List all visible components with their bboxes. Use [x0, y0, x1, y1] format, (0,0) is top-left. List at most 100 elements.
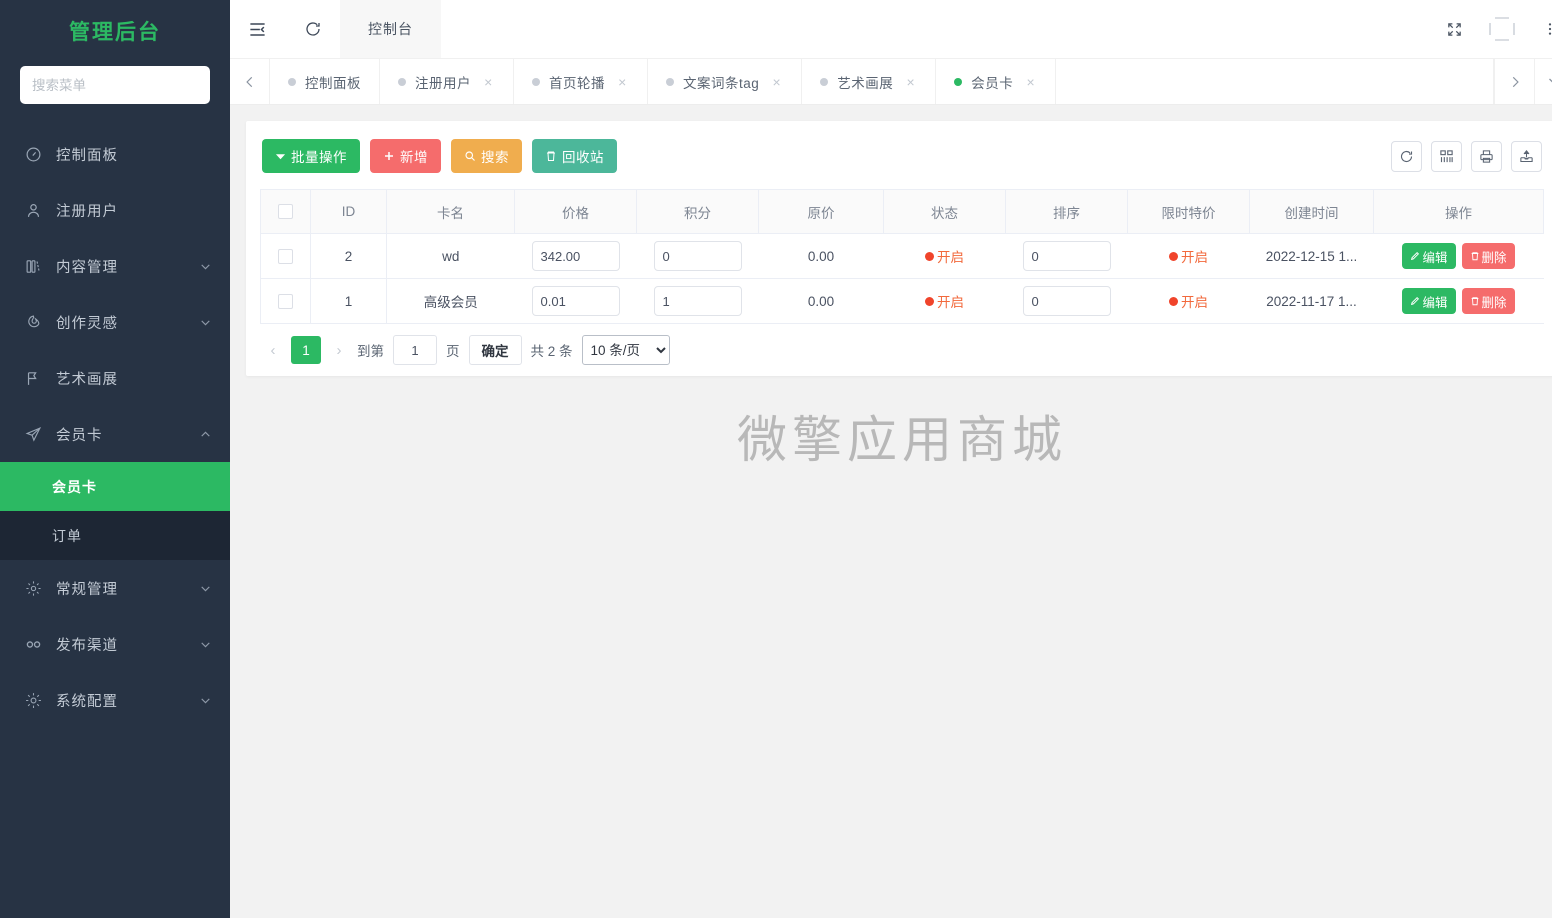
tab-dot-icon — [288, 77, 296, 86]
watermark-text: 微擎应用商城 — [737, 412, 1067, 468]
goto-confirm-button[interactable]: 确定 — [468, 335, 522, 365]
member-card-panel: 批量操作 新增 搜索 回收站 ID 卡名 价格 积分 原价 状态 排序 限时特价… — [246, 121, 1552, 376]
limited-price-badge[interactable]: 开启 — [1169, 291, 1208, 311]
close-icon[interactable]: × — [770, 74, 783, 90]
search-button[interactable]: 搜索 — [451, 139, 522, 173]
sidebar-item-membercard[interactable]: 会员卡 — [0, 406, 230, 462]
row-select-cell — [260, 278, 311, 324]
table-refresh-icon[interactable] — [1391, 140, 1422, 172]
row-checkbox[interactable] — [278, 293, 293, 309]
select-all-checkbox[interactable] — [278, 204, 293, 220]
col-status[interactable]: 状态 — [883, 189, 1006, 234]
points-input[interactable] — [653, 286, 742, 316]
goto-page-input[interactable] — [393, 335, 437, 365]
sidebar-item-general[interactable]: 常规管理 — [0, 560, 230, 616]
menu-collapse-icon[interactable] — [230, 0, 285, 58]
sort-input[interactable] — [1022, 286, 1111, 316]
tab-copywriting-tag[interactable]: 文案词条tag × — [648, 59, 803, 104]
cell-sort — [1005, 278, 1128, 324]
delete-button[interactable]: 删除 — [1461, 288, 1515, 314]
sidebar-item-inspiration[interactable]: 创作灵感 — [0, 294, 230, 350]
sidebar-subitem-orders[interactable]: 订单 — [0, 511, 230, 560]
sidebar-item-gallery[interactable]: 艺术画展 — [0, 350, 230, 406]
tab-dot-icon — [820, 77, 829, 86]
price-input[interactable] — [531, 241, 620, 271]
pagination-page-1[interactable]: 1 — [291, 336, 321, 364]
col-id[interactable]: ID — [310, 189, 387, 234]
gauge-icon — [22, 143, 44, 165]
page-size-select[interactable]: 10 条/页 20 条/页 50 条/页 100 条/页 — [581, 335, 670, 365]
close-icon[interactable]: × — [482, 74, 495, 90]
col-original-price[interactable]: 原价 — [758, 189, 884, 234]
more-vertical-icon[interactable] — [1526, 0, 1552, 58]
limited-price-badge[interactable]: 开启 — [1169, 246, 1208, 266]
tab-art-gallery[interactable]: 艺术画展 × — [802, 59, 937, 104]
close-icon[interactable]: × — [616, 74, 629, 90]
search-input[interactable] — [20, 66, 210, 104]
col-sort[interactable]: 排序 — [1005, 189, 1128, 234]
sidebar-item-content[interactable]: 内容管理 — [0, 238, 230, 294]
goto-prefix-label: 到第 — [357, 344, 384, 359]
sidebar-item-label: 发布渠道 — [56, 637, 118, 654]
col-created-at[interactable]: 创建时间 — [1249, 189, 1374, 234]
recycle-bin-button[interactable]: 回收站 — [532, 139, 617, 173]
refresh-icon[interactable] — [285, 0, 340, 58]
status-badge[interactable]: 开启 — [925, 291, 964, 311]
cell-original-price: 0.00 — [758, 233, 884, 279]
sidebar-subitem-membercard[interactable]: 会员卡 — [0, 462, 230, 511]
sidebar-item-label: 会员卡 — [56, 427, 103, 444]
batch-operation-button[interactable]: 批量操作 — [262, 139, 360, 173]
status-badge[interactable]: 开启 — [925, 246, 964, 266]
console-tab[interactable]: 控制台 — [340, 0, 441, 58]
sidebar-item-label: 系统配置 — [56, 693, 118, 710]
close-icon[interactable]: × — [1024, 74, 1037, 90]
flame-icon — [22, 311, 44, 333]
cell-limited-price: 开启 — [1127, 278, 1250, 324]
status-dot-icon — [1169, 296, 1178, 306]
col-card-name[interactable]: 卡名 — [386, 189, 515, 234]
edit-button[interactable]: 编辑 — [1402, 288, 1456, 314]
table-print-icon[interactable] — [1471, 140, 1502, 172]
table-export-icon[interactable] — [1511, 140, 1542, 172]
close-icon[interactable]: × — [904, 74, 917, 90]
sidebar-search-wrap — [0, 66, 230, 126]
tab-label: 文案词条tag — [683, 75, 760, 91]
content-area: 批量操作 新增 搜索 回收站 ID 卡名 价格 积分 原价 状态 排序 限时特价… — [230, 105, 1552, 918]
row-checkbox[interactable] — [278, 248, 293, 264]
table-body: 2 wd 0.00 — [260, 233, 1544, 324]
delete-button[interactable]: 删除 — [1461, 243, 1515, 269]
sidebar-item-channels[interactable]: 发布渠道 — [0, 616, 230, 672]
col-points[interactable]: 积分 — [636, 189, 759, 234]
pagination-prev[interactable]: ‹ — [264, 342, 282, 359]
col-limited-price[interactable]: 限时特价 — [1127, 189, 1250, 234]
chevron-right-icon[interactable] — [1494, 59, 1534, 104]
col-price[interactable]: 价格 — [514, 189, 637, 234]
cell-price — [514, 278, 637, 324]
sidebar-item-dashboard[interactable]: 控制面板 — [0, 126, 230, 182]
tab-registered-users[interactable]: 注册用户 × — [380, 59, 514, 104]
sidebar-item-users[interactable]: 注册用户 — [0, 182, 230, 238]
add-button[interactable]: 新增 — [370, 139, 441, 173]
plus-icon — [383, 150, 395, 162]
cell-limited-price: 开启 — [1127, 233, 1250, 279]
cell-actions: 编辑 删除 — [1373, 278, 1544, 324]
tab-dashboard[interactable]: 控制面板 — [270, 59, 380, 104]
price-input[interactable] — [531, 286, 620, 316]
link-icon — [22, 633, 44, 655]
fullscreen-icon[interactable] — [1430, 0, 1478, 58]
sidebar-item-system[interactable]: 系统配置 — [0, 672, 230, 728]
sidebar-submenu-membercard: 会员卡 订单 — [0, 462, 230, 560]
tab-member-card[interactable]: 会员卡 × — [936, 59, 1057, 104]
main-area: 控制台 控制面板 注册用户 × 首页轮播 × 文案词条tag × 艺术画展 × … — [230, 0, 1552, 918]
theme-box-icon[interactable] — [1478, 0, 1526, 58]
edit-button[interactable]: 编辑 — [1402, 243, 1456, 269]
pagination-next[interactable]: › — [330, 342, 348, 359]
tab-dropdown-icon[interactable] — [1534, 59, 1552, 104]
table-columns-icon[interactable] — [1431, 140, 1462, 172]
cell-card-name: 高级会员 — [386, 278, 515, 324]
points-input[interactable] — [653, 241, 742, 271]
sort-input[interactable] — [1022, 241, 1111, 271]
tab-home-carousel[interactable]: 首页轮播 × — [514, 59, 648, 104]
cell-price — [514, 233, 637, 279]
chevron-left-icon[interactable] — [230, 59, 270, 104]
